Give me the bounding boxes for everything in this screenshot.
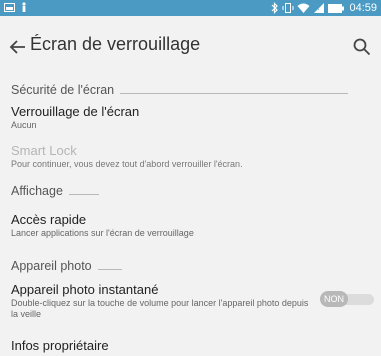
toggle-thumb: NON (320, 291, 348, 307)
instant-camera-item[interactable]: Appareil photo instantané Double-cliquez… (11, 282, 311, 320)
back-button[interactable] (6, 35, 30, 59)
vibrate-icon (282, 2, 294, 14)
item-title: Smart Lock (11, 143, 77, 158)
owner-info-item[interactable]: Infos propriétaire (11, 338, 371, 354)
instant-camera-toggle[interactable]: NON (320, 291, 376, 307)
item-subtitle: Double-cliquez sur la touche de volume p… (11, 298, 309, 319)
smart-lock-item: Smart Lock Pour continuer, vous devez to… (11, 143, 371, 170)
search-button[interactable] (351, 36, 373, 58)
lock-screen-item[interactable]: Verrouillage de l'écran Aucun (11, 104, 371, 131)
bluetooth-icon (271, 2, 279, 14)
wifi-icon (297, 2, 310, 14)
status-bar: R 04:59 (0, 0, 381, 16)
section-header-label: Sécurité de l'écran (11, 83, 115, 97)
section-header-label: Affichage (11, 184, 63, 198)
section-header-security: Sécurité de l'écran (11, 81, 349, 99)
section-header-display: Affichage (11, 182, 99, 200)
page-title: Écran de verrouillage (30, 34, 201, 54)
section-divider (120, 92, 349, 94)
notification-icon (4, 0, 15, 17)
search-icon (353, 38, 371, 56)
item-title: Infos propriétaire (11, 338, 109, 353)
item-title: Accès rapide (11, 212, 87, 227)
section-divider (97, 268, 122, 270)
person-icon (21, 0, 27, 17)
item-subtitle: Aucun (11, 120, 37, 130)
quick-access-item[interactable]: Accès rapide Lancer applications sur l'é… (11, 212, 371, 239)
app-bar: Écran de verrouillage (0, 16, 381, 78)
item-subtitle: Lancer applications sur l'écran de verro… (11, 228, 194, 238)
item-subtitle: Pour continuer, vous devez tout d'abord … (11, 159, 243, 169)
signal-icon: R (313, 2, 325, 14)
svg-text:R: R (315, 6, 320, 12)
battery-icon (328, 3, 345, 13)
item-title: Verrouillage de l'écran (11, 104, 140, 119)
arrow-left-icon (9, 40, 25, 54)
section-divider (68, 193, 99, 195)
section-header-label: Appareil photo (11, 259, 92, 273)
status-time: 04:59 (349, 2, 377, 14)
section-header-camera: Appareil photo (11, 257, 122, 275)
item-title: Appareil photo instantané (11, 282, 159, 297)
